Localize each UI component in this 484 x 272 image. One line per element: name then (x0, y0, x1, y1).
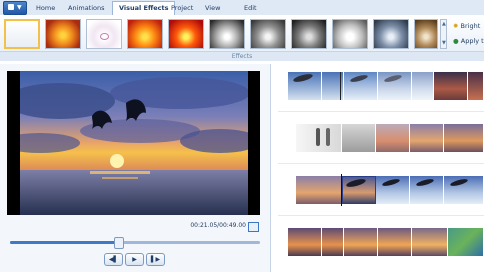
play-button[interactable]: ▶ (125, 253, 144, 266)
clip-frame (322, 228, 344, 256)
seek-bar-handle[interactable] (114, 237, 124, 249)
app-menu-button[interactable]: ▼ (3, 1, 27, 15)
clip-frame (412, 72, 434, 100)
clip-frame (468, 72, 484, 100)
dolphin-icon (316, 128, 320, 146)
apply-icon: ● (453, 37, 459, 45)
tab-edit[interactable]: Edit (238, 2, 263, 14)
tab-view[interactable]: View (199, 2, 226, 14)
chevron-up-icon: ▲ (442, 21, 446, 27)
effect-warm-thumbnail[interactable] (45, 19, 81, 49)
effect-edge-detect-thumbnail[interactable] (332, 19, 368, 49)
ribbon-group-label: Effects (0, 51, 484, 61)
effect-saturate-thumbnail[interactable] (127, 19, 163, 49)
storyboard-clip-4[interactable] (288, 228, 484, 256)
chevron-down-icon: ▼ (17, 4, 22, 11)
previous-frame-button[interactable]: ◀▌ (104, 253, 123, 266)
storyboard-divider (278, 163, 484, 164)
clip-frame (344, 228, 378, 256)
seek-bar-progress (10, 241, 118, 244)
effect-grayscale-thumbnail[interactable] (209, 19, 245, 49)
tab-project[interactable]: Project (165, 2, 199, 14)
next-frame-button[interactable]: ▌▶ (146, 253, 165, 266)
dolphin-icon (326, 128, 330, 146)
tab-home[interactable]: Home (30, 2, 61, 14)
effects-gallery-scroll[interactable]: ▲ ▼ (440, 19, 447, 49)
app-menu-icon (8, 4, 14, 10)
chevron-down-icon: ▼ (442, 40, 446, 46)
storyboard-clip-1[interactable] (288, 72, 484, 100)
clip-frame (448, 228, 484, 256)
playhead-marker[interactable] (341, 174, 342, 206)
previous-frame-icon: ◀▌ (108, 256, 119, 263)
clip-frame (288, 228, 322, 256)
effect-none-thumbnail[interactable] (4, 19, 40, 49)
clip-frame (296, 176, 342, 204)
apply-to-all-button[interactable]: ● Apply t (453, 36, 484, 46)
next-frame-icon: ▌▶ (150, 256, 161, 263)
play-icon: ▶ (132, 256, 137, 263)
tab-animations[interactable]: Animations (62, 2, 111, 14)
clip-frame (342, 124, 376, 152)
clip-frame (376, 124, 410, 152)
storyboard-clip-3[interactable] (288, 176, 484, 204)
clip-frame (412, 228, 448, 256)
effect-black-white-red-thumbnail[interactable] (291, 19, 327, 49)
storyboard-divider (278, 111, 484, 112)
effect-black-white-thumbnail[interactable] (250, 19, 286, 49)
clip-frame (434, 72, 468, 100)
effect-cyanotype-thumbnail[interactable] (373, 19, 409, 49)
storyboard-clip-2[interactable] (288, 124, 484, 152)
storyboard-divider (278, 215, 484, 216)
clip-frame (410, 124, 444, 152)
effect-pastel-thumbnail[interactable] (86, 19, 122, 49)
timecode-readout: 00:21.05/00:49.00 (190, 222, 246, 229)
brightness-button[interactable]: ✹ Bright (453, 21, 480, 31)
effect-threshold-thumbnail[interactable] (168, 19, 204, 49)
clip-frame (378, 228, 412, 256)
effect-sepia-thumbnail[interactable] (414, 19, 438, 49)
clip-frame (444, 124, 484, 152)
flower-icon (100, 33, 109, 40)
sun-icon: ✹ (453, 22, 459, 30)
fullscreen-icon[interactable] (248, 222, 259, 232)
clip-split-marker (340, 72, 341, 100)
sunset-dolphins-scene (20, 71, 248, 215)
preview-frame-image (20, 71, 248, 215)
